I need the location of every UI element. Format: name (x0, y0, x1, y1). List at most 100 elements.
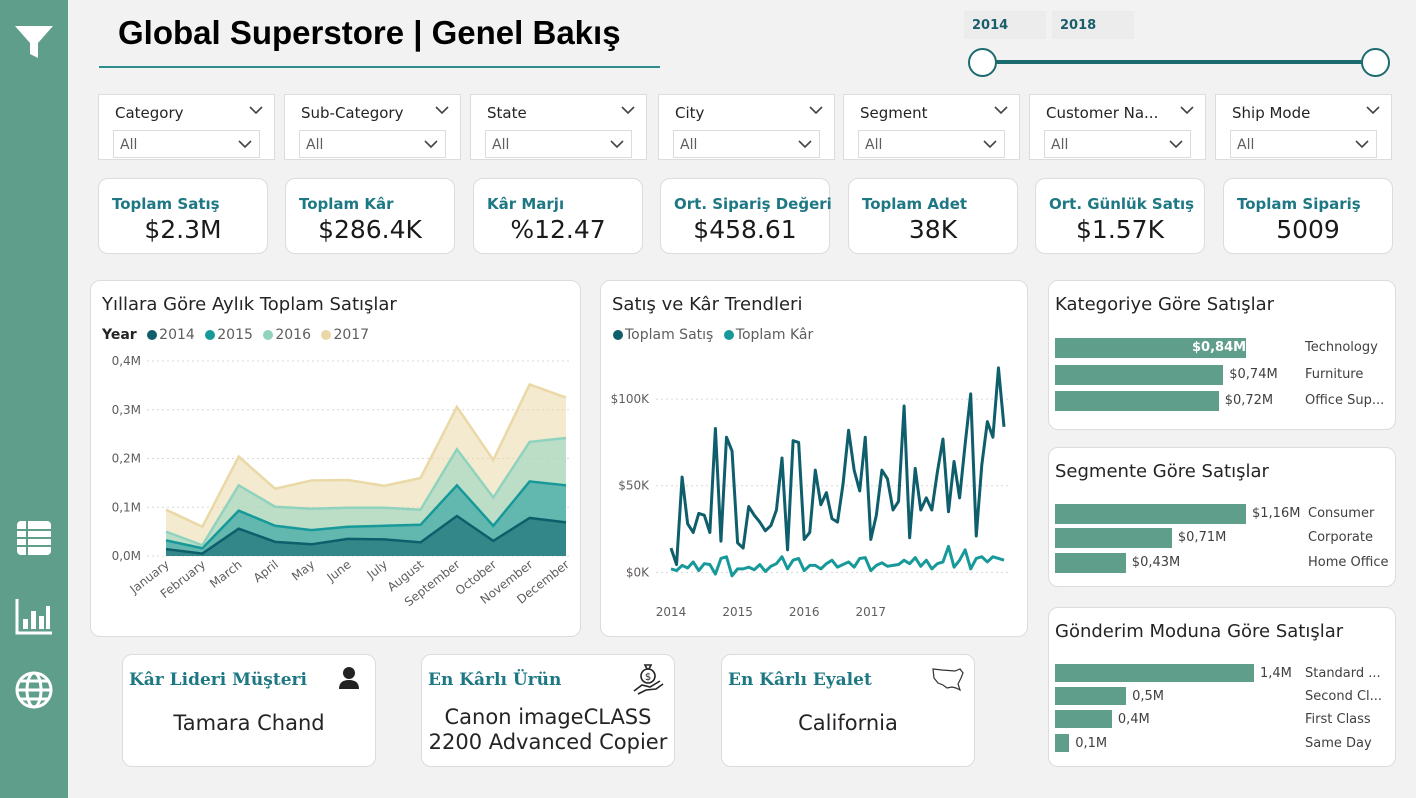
chevron-down-icon[interactable] (1179, 104, 1195, 116)
category-sales-chart-card: Kategoriye Göre Satışlar $0,84M Technolo… (1048, 280, 1396, 430)
year-start-input[interactable]: 2014 (964, 11, 1046, 39)
bar-row[interactable]: $0,84M Technology (1049, 338, 1395, 358)
filter-segment-dropdown[interactable]: All (858, 130, 1005, 158)
kpi-label: Ort. Günlük Satış (1049, 195, 1195, 213)
bar-row[interactable]: $0,74M Furniture (1049, 365, 1395, 385)
kpi-value: %12.47 (510, 215, 606, 244)
chevron-down-icon (238, 140, 252, 149)
bar-row[interactable]: $0,71M Corporate (1049, 528, 1395, 548)
line-series-Toplam Satış[interactable] (669, 366, 1006, 567)
filter-ship-mode: Ship Mode All (1215, 94, 1392, 160)
kpi-label: Ort. Sipariş Değeri (674, 195, 832, 213)
filter-icon[interactable] (12, 20, 56, 64)
chevron-down-icon[interactable] (434, 104, 450, 116)
x-tick-label: May (289, 557, 317, 583)
filter-sub-category: Sub-Category All (284, 94, 461, 160)
chevron-down-icon[interactable] (620, 104, 636, 116)
filter-category-dropdown[interactable]: All (113, 130, 260, 158)
filter-ship-mode-dropdown[interactable]: All (1230, 130, 1377, 158)
filter-value: All (306, 137, 324, 153)
chevron-down-icon[interactable] (248, 104, 264, 116)
bar-category-label: Office Sup... (1305, 393, 1385, 408)
kpi-toplam-adet: Toplam Adet 38K (848, 178, 1018, 254)
bar[interactable] (1055, 664, 1254, 682)
bar-category-label: Standard ... (1305, 666, 1381, 681)
bar-chart-icon[interactable] (12, 594, 56, 638)
y-tick-label: $50K (618, 479, 650, 493)
bar[interactable] (1055, 687, 1127, 705)
chevron-down-icon[interactable] (993, 104, 1009, 116)
chevron-down-icon[interactable] (808, 104, 824, 116)
bar-category-label: Furniture (1305, 367, 1364, 382)
bar-value-label: 1,4M (1260, 666, 1292, 681)
bar-row[interactable]: 0,1M Same Day (1049, 734, 1395, 754)
y-tick-label: 0,0M (112, 549, 141, 563)
filter-category: Category All (98, 94, 275, 160)
bar-category-label: Same Day (1305, 736, 1372, 751)
kpi-toplam-satis: Toplam Satış $2.3M (98, 178, 268, 254)
bar-row[interactable]: $0,43M Home Office (1049, 553, 1395, 573)
filter-value: All (680, 137, 698, 153)
filter-sub-category-dropdown[interactable]: All (299, 130, 446, 158)
bar[interactable] (1055, 391, 1219, 411)
filter-label: Category (115, 104, 184, 122)
x-tick-label: 2016 (789, 605, 820, 619)
card-label: En Kârlı Ürün (428, 670, 562, 690)
y-tick-label: 0,1M (112, 500, 141, 514)
sidebar (0, 0, 68, 798)
kpi-toplam-siparis: Toplam Sipariş 5009 (1223, 178, 1393, 254)
kpi-value: $458.61 (693, 215, 797, 244)
bar-value-label: 0,1M (1075, 736, 1108, 751)
kpi-value: 5009 (1276, 215, 1340, 244)
chevron-down-icon (610, 140, 624, 149)
bar-row[interactable]: $0,72M Office Sup... (1049, 391, 1395, 411)
bar[interactable] (1055, 553, 1126, 573)
year-slider-end-handle[interactable] (1361, 48, 1390, 77)
year-end-input[interactable]: 2018 (1052, 11, 1134, 39)
filter-value: All (1051, 137, 1069, 153)
filter-value: All (492, 137, 510, 153)
bar-category-label: Consumer (1308, 506, 1375, 521)
bar-category-label: Technology (1305, 340, 1378, 355)
bar-row[interactable]: 0,5M Second Cl... (1049, 687, 1395, 707)
bar[interactable] (1055, 504, 1246, 524)
filter-value: All (1237, 137, 1255, 153)
bar[interactable] (1055, 734, 1070, 752)
line-chart[interactable]: $0K $50K $100K 2014 2015 2016 2017 (601, 281, 1027, 636)
line-series-Toplam Kâr[interactable] (670, 544, 1005, 578)
chevron-down-icon (798, 140, 812, 149)
globe-icon[interactable] (12, 668, 56, 712)
x-tick-label: June (324, 557, 354, 585)
bar-category-label: Second Cl... (1305, 689, 1383, 704)
bar-row[interactable]: 1,4M Standard ... (1049, 664, 1395, 684)
kpi-ort-gunluk-satis: Ort. Günlük Satış $1.57K (1035, 178, 1205, 254)
card-value: Tamara Chand (173, 711, 325, 735)
bar[interactable] (1055, 365, 1224, 385)
top-profit-customer-card: Kâr Lideri Müşteri Tamara Chand (122, 654, 376, 767)
filter-customer-name: Customer Na... All (1029, 94, 1206, 160)
year-slider-start-handle[interactable] (968, 48, 997, 77)
kpi-value: $286.4K (318, 215, 422, 244)
svg-text:$: $ (645, 672, 651, 683)
table-icon[interactable] (12, 516, 56, 560)
filter-value: All (120, 137, 138, 153)
kpi-kar-marji: Kâr Marjı %12.47 (473, 178, 643, 254)
bar[interactable] (1055, 710, 1112, 728)
card-value: Canon imageCLASS 2200 Advanced Copier (428, 705, 668, 754)
filter-city-dropdown[interactable]: All (673, 130, 820, 158)
chevron-down-icon[interactable] (1365, 104, 1381, 116)
area-chart[interactable]: 0,0M0,1M0,2M0,3M0,4MJanuaryFebruaryMarch… (91, 281, 580, 636)
chevron-down-icon (1169, 140, 1183, 149)
bar-category-label: First Class (1305, 712, 1371, 727)
bar-row[interactable]: 0,4M First Class (1049, 710, 1395, 730)
filter-customer-name-dropdown[interactable]: All (1044, 130, 1191, 158)
bar-row[interactable]: $1,16M Consumer (1049, 504, 1395, 524)
x-tick-label: July (364, 557, 390, 582)
filter-state-dropdown[interactable]: All (485, 130, 632, 158)
filter-city: City All (658, 94, 835, 160)
year-slider-track[interactable] (982, 60, 1375, 64)
bar[interactable] (1055, 528, 1172, 548)
chevron-down-icon (424, 140, 438, 149)
person-icon (339, 667, 359, 689)
chevron-down-icon (1355, 140, 1369, 149)
